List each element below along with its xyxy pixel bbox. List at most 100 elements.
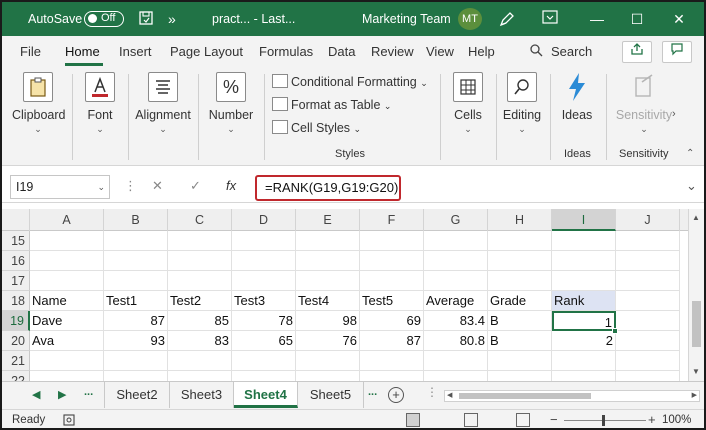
row-header[interactable]: 20: [2, 331, 30, 351]
document-title[interactable]: pract... - Last...: [212, 12, 295, 26]
grid-cell[interactable]: [296, 231, 360, 251]
column-header[interactable]: F: [360, 209, 424, 231]
more-sheets-right[interactable]: ...: [368, 386, 377, 398]
conditional-formatting-button[interactable]: Conditional Formatting ⌄: [272, 74, 428, 89]
tab-formulas[interactable]: Formulas: [259, 44, 313, 59]
cell-styles-button[interactable]: Cell Styles ⌄: [272, 120, 361, 135]
collapse-ribbon-icon[interactable]: ⌃: [686, 148, 694, 159]
more-commands-icon[interactable]: »: [168, 10, 176, 28]
row-header[interactable]: 19: [2, 311, 30, 331]
grid-cell[interactable]: 78: [232, 311, 296, 331]
tab-page-layout[interactable]: Page Layout: [170, 44, 243, 59]
tab-view[interactable]: View: [426, 44, 454, 59]
tab-insert[interactable]: Insert: [119, 44, 152, 59]
grid-cell[interactable]: [552, 351, 616, 371]
grid-cell[interactable]: [296, 351, 360, 371]
grid-cell[interactable]: [168, 351, 232, 371]
zoom-slider[interactable]: [564, 420, 646, 421]
grid-cell[interactable]: Test1: [104, 291, 168, 311]
ribbon-display-icon[interactable]: [542, 10, 558, 28]
grid-cell[interactable]: [616, 251, 680, 271]
grid-cell[interactable]: Name: [30, 291, 104, 311]
grid-cell[interactable]: Ava: [30, 331, 104, 351]
grid-cell[interactable]: [30, 351, 104, 371]
grid-cell[interactable]: [104, 231, 168, 251]
scroll-thumb[interactable]: [459, 393, 591, 399]
grid-cell[interactable]: [30, 231, 104, 251]
grid-cell[interactable]: [296, 251, 360, 271]
grid-cell[interactable]: Test5: [360, 291, 424, 311]
grid-cell[interactable]: [488, 271, 552, 291]
grid-cell[interactable]: [30, 271, 104, 291]
splitter-icon[interactable]: ⋮: [426, 385, 438, 399]
column-header[interactable]: G: [424, 209, 488, 231]
sensitivity-button[interactable]: Sensitivity ⌄: [614, 72, 674, 135]
column-header[interactable]: E: [296, 209, 360, 231]
page-layout-view-icon[interactable]: [464, 413, 478, 427]
grid-cell[interactable]: [360, 271, 424, 291]
grid-cell[interactable]: B: [488, 331, 552, 351]
grid-cell[interactable]: Dave: [30, 311, 104, 331]
grid-cell[interactable]: [232, 271, 296, 291]
grid-cell[interactable]: [488, 251, 552, 271]
grid-cell[interactable]: [168, 231, 232, 251]
sheet-tab[interactable]: Sheet3: [170, 382, 234, 408]
grid-cell[interactable]: 93: [104, 331, 168, 351]
editing-group[interactable]: Editing ⌄: [502, 72, 542, 135]
column-header[interactable]: J: [616, 209, 680, 231]
column-header[interactable]: H: [488, 209, 552, 231]
grid-cell[interactable]: [616, 311, 680, 331]
tab-home[interactable]: Home: [65, 44, 100, 59]
grid-cell[interactable]: [488, 231, 552, 251]
column-header[interactable]: B: [104, 209, 168, 231]
grid-cell[interactable]: Grade: [488, 291, 552, 311]
clipboard-group[interactable]: Clipboard ⌄: [12, 72, 66, 135]
ideas-button[interactable]: Ideas: [556, 72, 598, 122]
chevron-right-icon[interactable]: ›: [672, 108, 676, 120]
page-break-view-icon[interactable]: [516, 413, 530, 427]
grid-cell[interactable]: 87: [360, 331, 424, 351]
row-header[interactable]: 16: [2, 251, 30, 271]
insert-function-icon[interactable]: fx: [226, 178, 236, 193]
share-button[interactable]: [622, 41, 652, 63]
scroll-right-icon[interactable]: ▶: [692, 391, 697, 399]
alignment-group[interactable]: Alignment ⌄: [134, 72, 192, 135]
horizontal-scrollbar[interactable]: ◀ ▶: [444, 390, 700, 402]
grid-cell[interactable]: Test4: [296, 291, 360, 311]
grid-cell[interactable]: [424, 251, 488, 271]
add-sheet-button[interactable]: +: [388, 387, 404, 403]
scroll-left-icon[interactable]: ◀: [32, 388, 40, 401]
tab-help[interactable]: Help: [468, 44, 495, 59]
grid-cell[interactable]: [616, 271, 680, 291]
autosave-toggle[interactable]: Off: [84, 11, 124, 27]
grid-cell[interactable]: [168, 271, 232, 291]
scroll-down-icon[interactable]: ▼: [692, 367, 700, 376]
scroll-thumb[interactable]: [692, 301, 701, 347]
pen-icon[interactable]: [498, 10, 516, 32]
active-cell[interactable]: 1: [552, 311, 616, 331]
sheet-tab[interactable]: Sheet5: [298, 382, 364, 408]
grid-cell[interactable]: [232, 231, 296, 251]
grid-cell[interactable]: 80.8: [424, 331, 488, 351]
row-header[interactable]: 17: [2, 271, 30, 291]
close-button[interactable]: ✕: [664, 8, 694, 30]
format-as-table-button[interactable]: Format as Table ⌄: [272, 97, 391, 112]
tab-review[interactable]: Review: [371, 44, 414, 59]
grid-cell[interactable]: 69: [360, 311, 424, 331]
row-header[interactable]: 18: [2, 291, 30, 311]
name-box[interactable]: I19 ⌄: [10, 175, 110, 199]
row-header[interactable]: 15: [2, 231, 30, 251]
grid-cell[interactable]: 76: [296, 331, 360, 351]
save-icon[interactable]: [138, 10, 154, 30]
grid-cell[interactable]: 83.4: [424, 311, 488, 331]
fill-handle[interactable]: [612, 328, 618, 334]
grid-cell[interactable]: [424, 351, 488, 371]
vertical-scrollbar[interactable]: ▲ ▼: [688, 209, 704, 381]
grid-cell[interactable]: [424, 271, 488, 291]
grid-cell[interactable]: [424, 231, 488, 251]
zoom-slider-knob[interactable]: [602, 415, 605, 426]
zoom-level[interactable]: 100%: [662, 414, 691, 426]
scroll-up-icon[interactable]: ▲: [692, 213, 700, 222]
grid-cell[interactable]: 65: [232, 331, 296, 351]
expand-formula-bar-icon[interactable]: ⌄: [686, 178, 697, 194]
